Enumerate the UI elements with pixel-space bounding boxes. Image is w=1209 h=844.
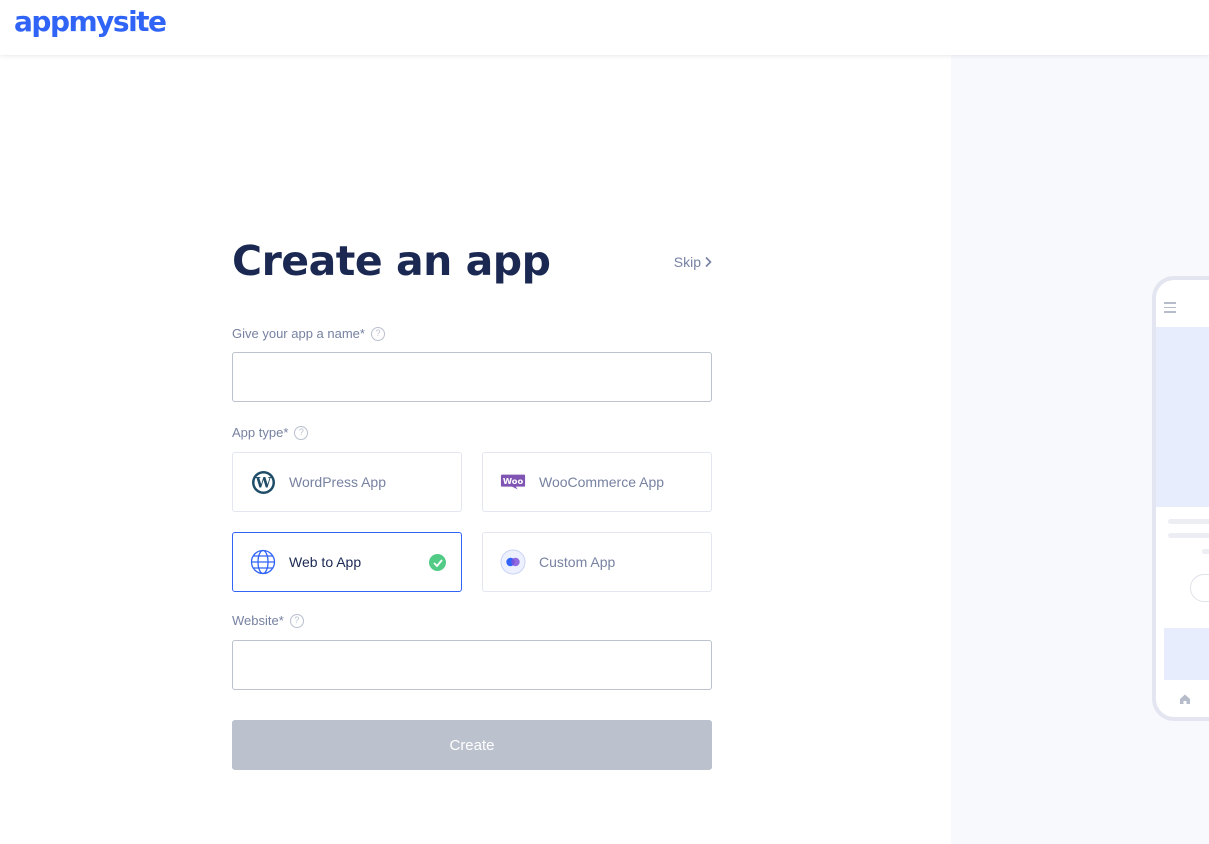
skip-label: Skip bbox=[673, 254, 701, 270]
website-label: Website* ? bbox=[232, 613, 304, 628]
app-type-label: WordPress App bbox=[289, 474, 387, 490]
app-name-label: Give your app a name* ? bbox=[232, 326, 385, 341]
app-name-input[interactable] bbox=[232, 352, 712, 402]
help-icon[interactable]: ? bbox=[294, 425, 309, 440]
app-type-wordpress[interactable]: W WordPress App bbox=[232, 452, 462, 512]
skip-link[interactable]: Skip bbox=[674, 254, 712, 270]
app-type-label: Custom App bbox=[539, 554, 616, 570]
website-label-text: Website* bbox=[232, 613, 284, 628]
website-input[interactable] bbox=[232, 640, 712, 690]
chevron-right-icon bbox=[705, 256, 712, 268]
page-title: Create an app bbox=[232, 237, 551, 285]
custom-app-icon bbox=[500, 549, 526, 575]
globe-icon bbox=[250, 549, 276, 575]
app-type-web-to-app[interactable]: Web to App bbox=[232, 532, 462, 592]
top-header: appmysite bbox=[0, 0, 1209, 55]
app-type-label: WooCommerce App bbox=[539, 474, 665, 490]
app-name-label-text: Give your app a name* bbox=[232, 326, 365, 341]
home-icon bbox=[1180, 694, 1190, 704]
app-type-label: App type* ? bbox=[232, 425, 309, 440]
check-circle-icon bbox=[429, 554, 446, 571]
app-type-woocommerce[interactable]: Woo WooCommerce App bbox=[482, 452, 712, 512]
phone-text-placeholder bbox=[1168, 533, 1209, 538]
phone-text-placeholder bbox=[1202, 549, 1209, 554]
app-type-label-text: App type* bbox=[232, 425, 289, 440]
app-type-custom[interactable]: Custom App bbox=[482, 532, 712, 592]
svg-text:Woo: Woo bbox=[503, 476, 524, 486]
woocommerce-icon: Woo bbox=[500, 469, 526, 495]
svg-text:W: W bbox=[254, 475, 271, 491]
phone-block-placeholder bbox=[1164, 628, 1209, 680]
hamburger-menu-icon bbox=[1164, 302, 1176, 316]
phone-preview bbox=[1152, 276, 1209, 721]
phone-button-placeholder bbox=[1190, 574, 1209, 602]
create-button[interactable]: Create bbox=[232, 720, 712, 770]
phone-hero-placeholder bbox=[1156, 327, 1209, 507]
app-type-label: Web to App bbox=[289, 554, 362, 570]
wordpress-icon: W bbox=[250, 469, 276, 495]
help-icon[interactable]: ? bbox=[289, 613, 304, 628]
preview-panel bbox=[951, 55, 1209, 844]
help-icon[interactable]: ? bbox=[370, 326, 385, 341]
appmysite-logo[interactable]: appmysite bbox=[14, 4, 167, 40]
phone-text-placeholder bbox=[1168, 519, 1209, 524]
